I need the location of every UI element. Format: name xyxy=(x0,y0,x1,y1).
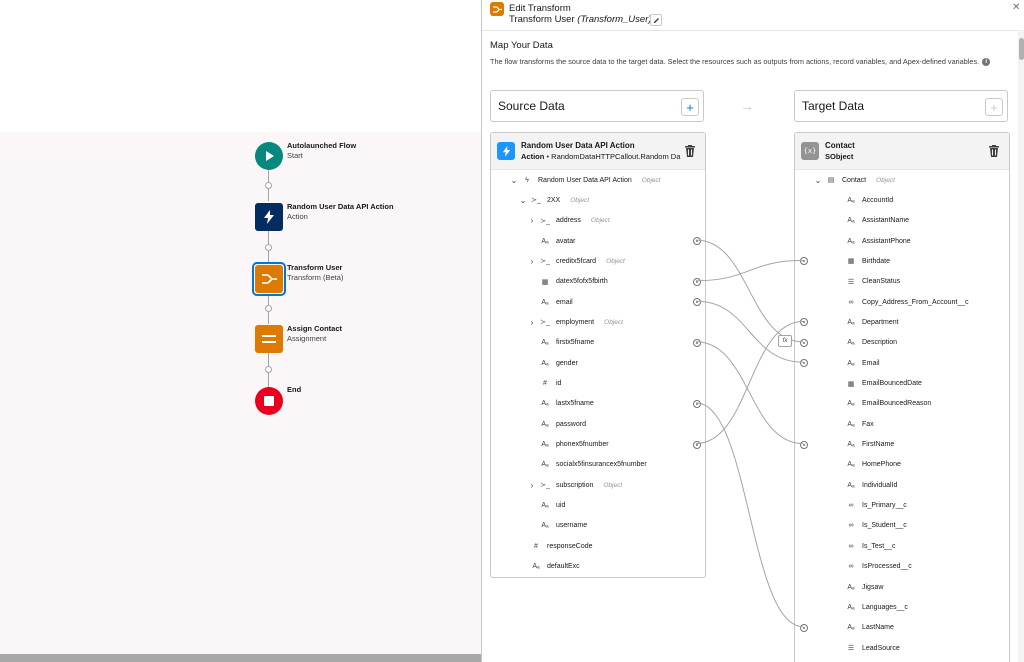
mapping-line[interactable] xyxy=(695,259,804,282)
node-subtitle: Transform (Beta) xyxy=(287,272,344,282)
flow-node-assignment-label: Assign Contact Assignment xyxy=(287,324,342,343)
node-title: End xyxy=(287,385,302,394)
canvas-scrollbar[interactable] xyxy=(0,654,482,662)
mapping-lines xyxy=(695,239,804,628)
lightning-icon xyxy=(264,210,274,224)
transform-icon xyxy=(262,274,277,284)
panel-scrollbar[interactable] xyxy=(1018,30,1024,662)
connector-add-button[interactable] xyxy=(265,244,272,251)
connector-add-button[interactable] xyxy=(265,182,272,189)
flow-node-start-label: Autolaunched Flow Start xyxy=(287,141,356,160)
node-title: Autolaunched Flow xyxy=(287,141,357,150)
mapping-line[interactable] xyxy=(695,341,804,445)
node-title: Transform User xyxy=(287,263,343,272)
connector-add-button[interactable] xyxy=(265,305,272,312)
flow-node-assignment[interactable] xyxy=(255,325,283,353)
mapping-line[interactable] xyxy=(695,402,804,628)
flow-node-action-label: Random User Data API Action Action xyxy=(287,202,394,221)
play-icon xyxy=(266,151,274,161)
node-subtitle: Assignment xyxy=(287,333,327,343)
node-title: Random User Data API Action xyxy=(287,202,394,211)
flow-node-transform-label: Transform User Transform (Beta) xyxy=(287,263,343,282)
node-subtitle: Start xyxy=(287,150,303,160)
flow-canvas[interactable]: Autolaunched Flow Start Random User Data… xyxy=(0,0,482,662)
canvas-background xyxy=(0,132,482,654)
mapping-line[interactable] xyxy=(695,300,804,363)
flow-node-transform[interactable] xyxy=(255,265,283,293)
flow-node-action[interactable] xyxy=(255,203,283,231)
node-subtitle: Action xyxy=(287,211,308,221)
scrollbar-thumb[interactable] xyxy=(1019,38,1024,60)
node-title: Assign Contact xyxy=(287,324,343,333)
stop-icon xyxy=(264,396,274,406)
flow-node-end[interactable] xyxy=(255,387,283,415)
mapping-line[interactable] xyxy=(695,239,804,343)
edit-transform-panel: Edit Transform Transform User (Transform… xyxy=(481,0,1024,662)
assignment-icon xyxy=(262,335,276,343)
formula-icon[interactable]: fx xyxy=(778,335,792,347)
connector-add-button[interactable] xyxy=(265,366,272,373)
flow-node-end-label: End xyxy=(287,385,301,395)
flow-node-start[interactable] xyxy=(255,142,283,170)
